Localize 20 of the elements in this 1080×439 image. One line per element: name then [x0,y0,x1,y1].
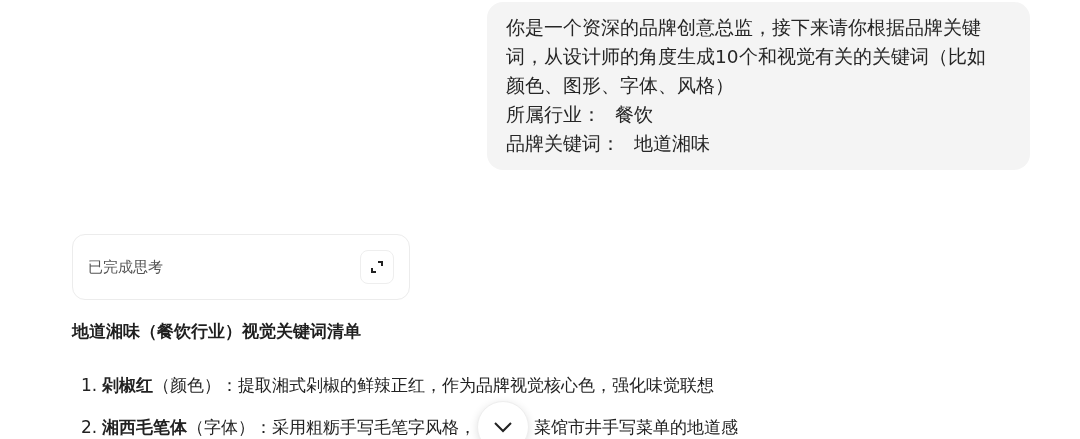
keyword-category: （字体）： [187,415,273,439]
field-label: 所属行业： [506,103,601,127]
field-label: 品牌关键词： [506,132,620,156]
message-text: 你是一个资深的品牌创意总监，接下来请你根据品牌关键词，从设计师的角度生成10个和视觉有关的关键词（比如颜色、图形、字体、风格） [506,16,987,98]
field-value: 地道湘味 [634,132,710,156]
list-number: 2. [81,417,98,437]
expand-icon [370,260,384,274]
keyword-description: 菜馆市井手写菜单的地道感 [534,415,739,439]
keyword-description: 提取湘式剁椒的鲜辣正红，作为品牌视觉核心色，强化味觉联想 [238,373,715,397]
keyword-category: （颜色）： [153,373,239,397]
expand-button[interactable] [360,250,394,284]
keyword-term: 湘西毛笔体 [102,415,188,439]
keyword-description: 采用粗粝手写毛笔字风格， [272,415,477,439]
field-value: 餐饮 [615,103,653,127]
scroll-down-button[interactable] [477,401,530,439]
thinking-status: 已完成思考 [88,257,163,277]
keyword-term: 剁椒红 [102,373,154,397]
answer-heading: 地道湘味（餐饮行业）视觉关键词清单 [72,320,361,343]
chevron-down-icon [493,421,514,433]
list-number: 1. [81,375,98,395]
